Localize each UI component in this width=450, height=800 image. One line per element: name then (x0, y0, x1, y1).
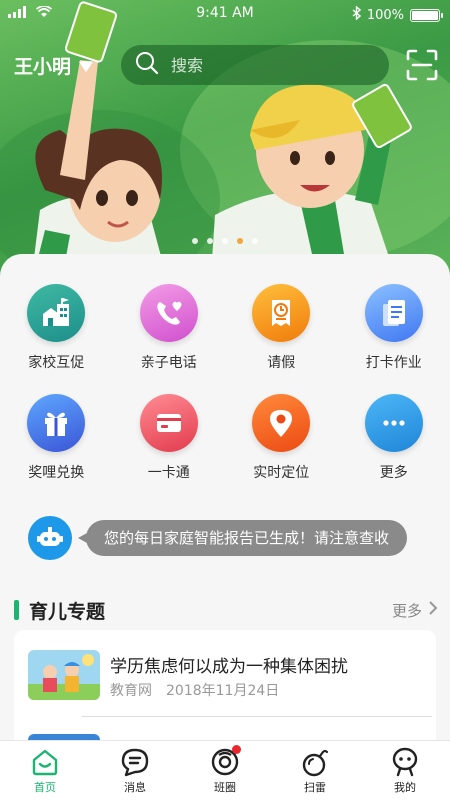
status-bar: 9:41 AM 100% (0, 0, 450, 28)
feature-leave-request[interactable]: 请假 (225, 284, 338, 372)
feature-label: 打卡作业 (365, 355, 422, 371)
feature-label: 家校互促 (28, 355, 85, 371)
article-meta: 教育网 2018年11月24日 (110, 680, 279, 700)
phone-heart-icon (139, 284, 198, 342)
robot-icon (28, 516, 72, 560)
feature-label: 实时定位 (253, 465, 310, 481)
home-icon (32, 749, 58, 776)
feature-label: 奖哩兑换 (28, 465, 85, 481)
scan-icon (406, 49, 438, 81)
card-icon (139, 394, 198, 452)
profile-icon (392, 747, 418, 777)
article-date: 2018年11月24日 (166, 683, 280, 699)
pagination-dot[interactable] (192, 238, 198, 244)
feature-label: 更多 (379, 465, 408, 481)
caret-down-icon (79, 55, 93, 77)
feature-reward-exchange[interactable]: 奖哩兑换 (0, 394, 113, 482)
bomb-icon (302, 749, 329, 777)
pagination-dot[interactable] (222, 238, 228, 244)
search-bar[interactable] (121, 45, 389, 85)
feature-label: 亲子电话 (140, 355, 197, 371)
tab-profile[interactable]: 我的 (360, 741, 450, 800)
status-right: 100% (352, 5, 443, 24)
feature-homework-checkin[interactable]: 打卡作业 (338, 284, 450, 372)
battery-percent: 100% (366, 7, 404, 23)
section-accent-bar (14, 600, 19, 620)
scan-button[interactable] (406, 49, 438, 81)
tab-label: 扫雷 (304, 781, 326, 794)
tab-label: 班圈 (214, 781, 236, 794)
search-input[interactable] (171, 55, 361, 75)
battery-icon (410, 8, 443, 22)
tab-home[interactable]: 首页 (0, 741, 90, 800)
pagination-dot[interactable] (252, 238, 258, 244)
notice-bubble[interactable]: 您的每日家庭智能报告已生成！请注意查收 (77, 520, 408, 556)
banner-illustration (0, 1, 450, 290)
pagination-dot-active[interactable] (237, 238, 243, 244)
article-title: 学历焦虑何以成为一种集体困扰 (110, 657, 348, 677)
parenting-section-header: 育儿专题 更多 (14, 596, 438, 624)
tab-minesweeper[interactable]: 扫雷 (270, 741, 360, 800)
section-title: 育儿专题 (29, 600, 106, 623)
notification-badge (232, 745, 241, 754)
school-icon (27, 284, 86, 342)
tab-label: 首页 (34, 781, 56, 794)
tab-class-circle[interactable]: 班圈 (180, 741, 270, 800)
article-source: 教育网 (110, 683, 152, 699)
feature-parent-phone[interactable]: 亲子电话 (113, 284, 226, 372)
article-thumbnail (28, 650, 100, 700)
search-icon (135, 51, 159, 79)
article-divider (82, 716, 432, 717)
more-label: 更多 (391, 601, 422, 620)
tab-messages[interactable]: 消息 (90, 741, 180, 800)
gift-icon (27, 394, 86, 452)
section-more-link[interactable]: 更多 (392, 600, 438, 621)
feature-grid: 家校互促 亲子电话 请假 打卡作业 奖哩兑换 一卡通 实时定位 更多 (0, 284, 450, 482)
user-name: 王小明 (14, 56, 72, 78)
banner-pagination (0, 238, 450, 244)
location-pin-icon (252, 394, 311, 452)
tab-label: 消息 (124, 781, 146, 794)
feature-label: 请假 (267, 355, 296, 371)
main-panel: 家校互促 亲子电话 请假 打卡作业 奖哩兑换 一卡通 实时定位 更多 您的每日家… (0, 254, 450, 764)
more-dots-icon (364, 394, 423, 452)
user-switcher[interactable]: 王小明 (14, 52, 93, 79)
feature-campus-card[interactable]: 一卡通 (113, 394, 226, 482)
tab-label: 我的 (394, 781, 416, 794)
chevron-right-icon (428, 600, 438, 620)
bluetooth-icon (352, 5, 361, 24)
clock-doc-icon (252, 284, 311, 342)
pagination-dot[interactable] (207, 238, 213, 244)
documents-icon (364, 284, 423, 342)
article-item[interactable]: 学历焦虑何以成为一种集体困扰 教育网 2018年11月24日 (28, 650, 428, 714)
hero-banner[interactable]: 9:41 AM 100% 王小明 (0, 0, 450, 290)
feature-label: 一卡通 (147, 465, 190, 481)
feature-live-location[interactable]: 实时定位 (225, 394, 338, 482)
feature-home-school[interactable]: 家校互促 (0, 284, 113, 372)
smart-report-notice[interactable]: 您的每日家庭智能报告已生成！请注意查收 (28, 516, 408, 560)
message-icon (121, 748, 149, 777)
bottom-tab-bar: 首页 消息 班圈 扫雷 我的 (0, 740, 450, 800)
feature-more[interactable]: 更多 (338, 394, 450, 482)
